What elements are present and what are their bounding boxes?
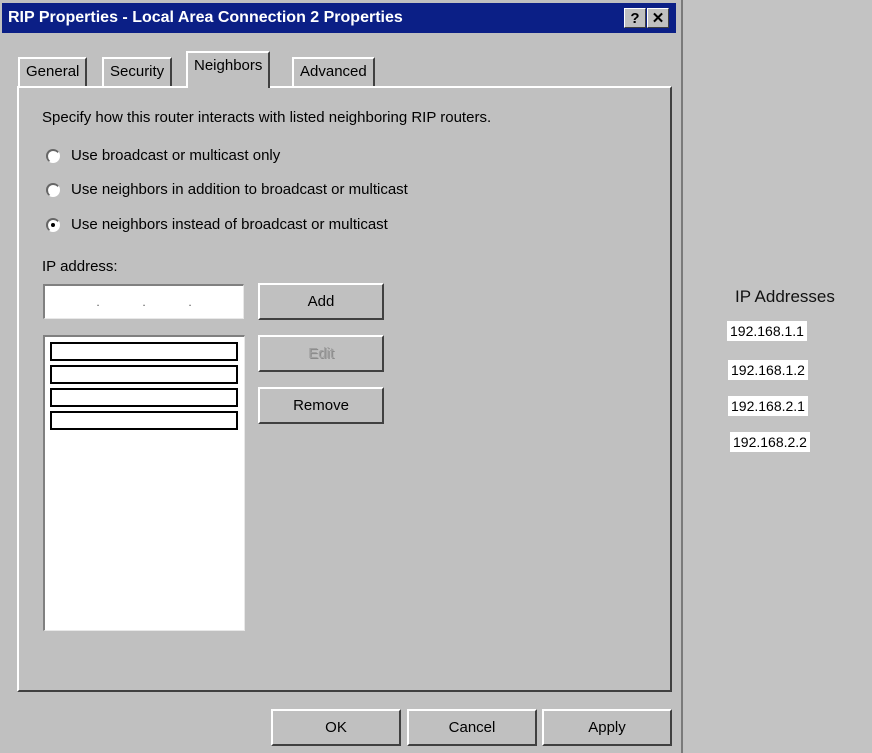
ip-address-chip[interactable]: 192.168.1.1	[727, 321, 807, 341]
ip-address-chip[interactable]: 192.168.2.2	[730, 432, 810, 452]
ok-button[interactable]: OK	[271, 709, 401, 746]
description-text: Specify how this router interacts with l…	[42, 109, 492, 126]
edit-button[interactable]: Edit	[258, 335, 384, 372]
list-item[interactable]	[50, 365, 238, 384]
ip-octet-separator: .	[142, 295, 146, 309]
list-item[interactable]	[50, 411, 238, 430]
rip-properties-dialog: RIP Properties - Local Area Connection 2…	[0, 0, 683, 753]
ip-octet-separator: .	[188, 295, 192, 309]
close-button[interactable]: ✕	[647, 8, 669, 28]
ip-address-input[interactable]: . . .	[43, 284, 244, 319]
tab-general[interactable]: General	[18, 57, 88, 87]
ip-addresses-heading: IP Addresses	[735, 287, 835, 306]
ip-address-label: IP address:	[42, 258, 118, 275]
list-item[interactable]	[50, 388, 238, 407]
radio-label: Use broadcast or multicast only	[71, 147, 281, 164]
radio-button[interactable]	[46, 182, 60, 197]
tab-security[interactable]: Security	[102, 57, 173, 87]
title-bar[interactable]: RIP Properties - Local Area Connection 2…	[2, 3, 676, 33]
neighbors-list[interactable]	[43, 335, 245, 631]
radio-button[interactable]	[46, 148, 60, 163]
apply-button[interactable]: Apply	[542, 709, 672, 746]
ip-octet-separator: .	[96, 295, 100, 309]
add-button[interactable]: Add	[258, 283, 384, 320]
ip-address-chip[interactable]: 192.168.1.2	[728, 360, 808, 380]
radio-neighbors-in-addition[interactable]: Use neighbors in addition to broadcast o…	[46, 181, 408, 198]
radio-label: Use neighbors in addition to broadcast o…	[71, 181, 408, 198]
cancel-button[interactable]: Cancel	[407, 709, 537, 746]
dialog-title: RIP Properties - Local Area Connection 2…	[8, 9, 403, 26]
radio-button-selected[interactable]	[46, 217, 60, 232]
radio-neighbors-instead[interactable]: Use neighbors instead of broadcast or mu…	[46, 216, 388, 233]
radio-label: Use neighbors instead of broadcast or mu…	[71, 216, 388, 233]
tab-neighbors[interactable]: Neighbors	[186, 51, 271, 88]
ip-address-chip[interactable]: 192.168.2.1	[728, 396, 808, 416]
help-button[interactable]: ?	[624, 8, 646, 28]
remove-button[interactable]: Remove	[258, 387, 384, 424]
radio-broadcast-only[interactable]: Use broadcast or multicast only	[46, 147, 280, 164]
tab-advanced[interactable]: Advanced	[292, 57, 375, 87]
list-item[interactable]	[50, 342, 238, 361]
